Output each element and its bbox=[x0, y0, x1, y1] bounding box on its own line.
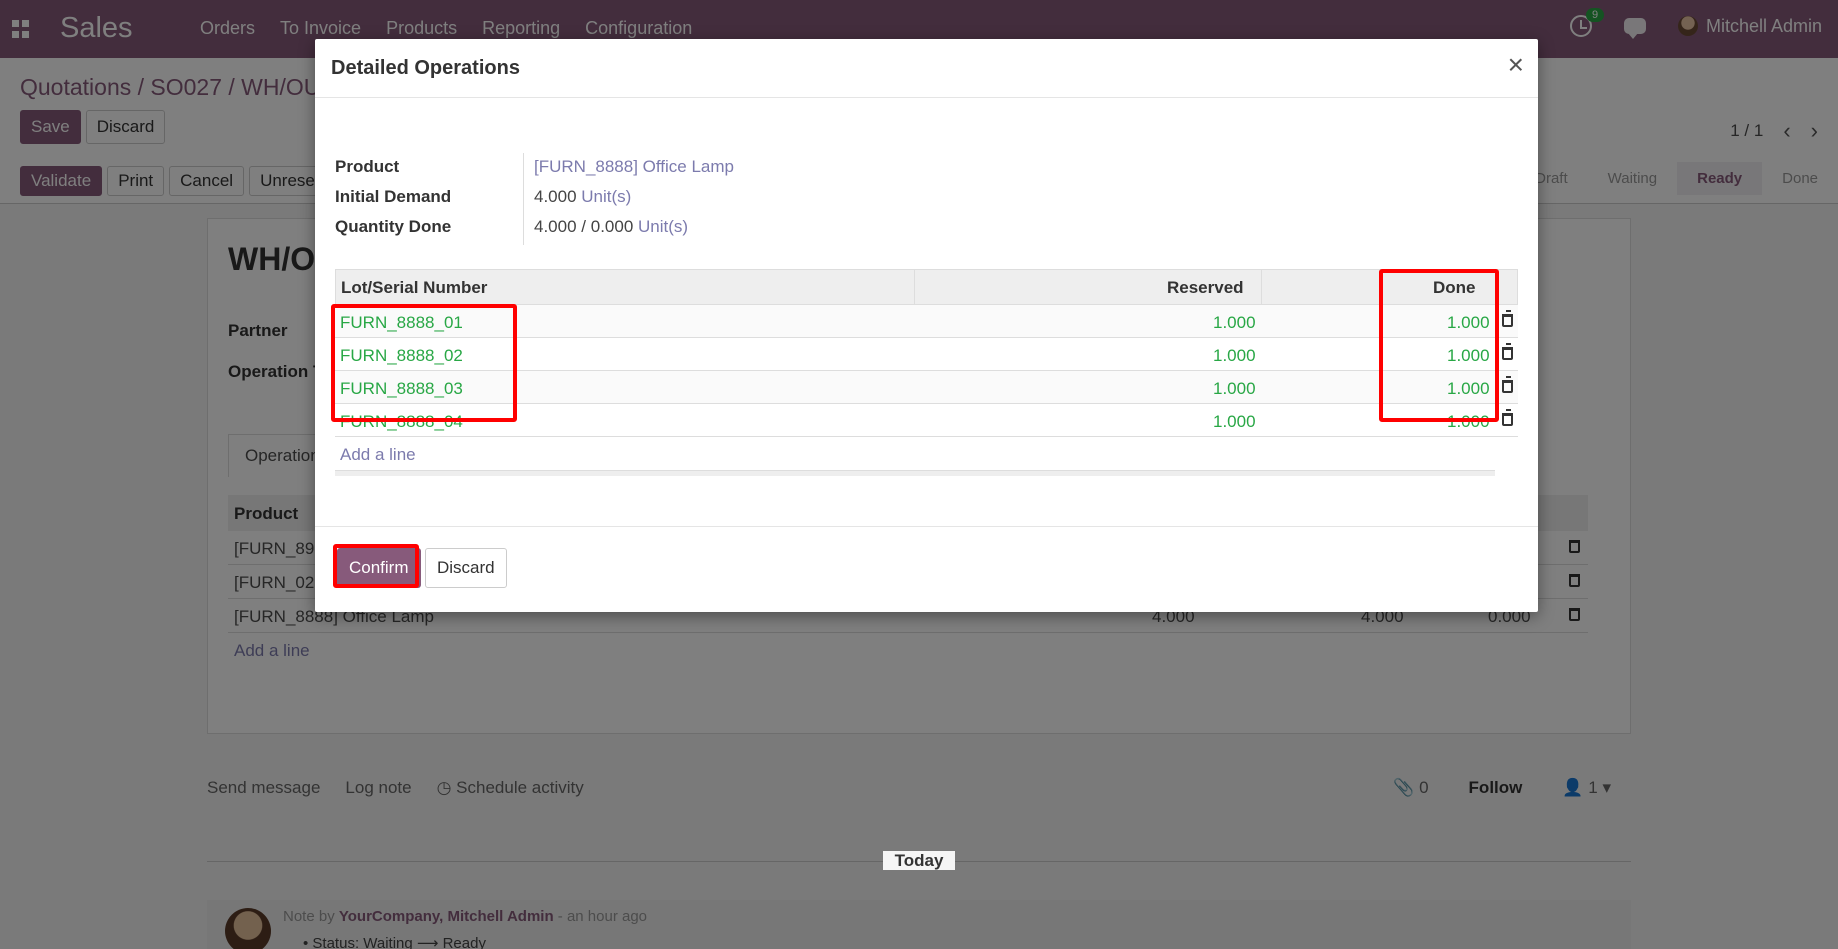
product-label: Product bbox=[335, 157, 400, 176]
date-separator-label: Today bbox=[882, 851, 956, 870]
trash-icon[interactable] bbox=[1502, 376, 1513, 393]
column-reserved[interactable]: Reserved bbox=[1167, 278, 1244, 298]
table-row[interactable]: FURN_8888_01 1.000 1.000 bbox=[335, 305, 1518, 338]
product-link[interactable]: [FURN_8888] Office Lamp bbox=[534, 157, 734, 177]
reserved-qty: 1.000 bbox=[1213, 346, 1256, 365]
confirm-button[interactable]: Confirm bbox=[337, 548, 421, 588]
trash-icon[interactable] bbox=[1502, 343, 1513, 360]
reserved-qty: 1.000 bbox=[1213, 379, 1256, 398]
lot-name[interactable]: FURN_8888_01 bbox=[340, 313, 463, 333]
trash-icon[interactable] bbox=[1502, 409, 1513, 426]
initial-demand-uom[interactable]: Unit(s) bbox=[581, 187, 631, 206]
done-qty[interactable]: 1.000 bbox=[1447, 313, 1490, 333]
modal-header: Detailed Operations × bbox=[315, 39, 1538, 98]
detailed-operations-dialog: Detailed Operations × Product [FURN_8888… bbox=[315, 39, 1538, 612]
table-row[interactable]: FURN_8888_03 1.000 1.000 bbox=[335, 371, 1518, 404]
quantity-done-separator: / bbox=[581, 217, 587, 236]
quantity-done-label: Quantity Done bbox=[335, 217, 452, 236]
quantity-done-uom[interactable]: Unit(s) bbox=[638, 217, 688, 236]
lot-name[interactable]: FURN_8888_02 bbox=[340, 346, 463, 366]
move-lines-table: Lot/Serial Number Reserved Done FURN_888… bbox=[335, 269, 1518, 476]
column-lot-serial[interactable]: Lot/Serial Number bbox=[341, 278, 487, 298]
table-footer bbox=[335, 470, 1495, 476]
table-header: Lot/Serial Number Reserved Done bbox=[335, 269, 1518, 306]
done-qty[interactable]: 1.000 bbox=[1447, 379, 1490, 399]
discard-button[interactable]: Discard bbox=[425, 548, 507, 588]
lot-name[interactable]: FURN_8888_03 bbox=[340, 379, 463, 399]
add-line-row: Add a line bbox=[335, 437, 1518, 470]
done-qty[interactable]: 1.000 bbox=[1447, 346, 1490, 366]
close-icon[interactable]: × bbox=[1508, 51, 1524, 79]
modal-footer: Confirm Discard bbox=[315, 526, 1538, 612]
done-qty[interactable]: 1.000 bbox=[1447, 412, 1490, 432]
trash-icon[interactable] bbox=[1502, 310, 1513, 327]
quantity-done-value-group: 4.000 / 0.000 Unit(s) bbox=[534, 217, 688, 237]
table-body: FURN_8888_01 1.000 1.000 FURN_8888_02 1.… bbox=[335, 305, 1518, 470]
reserved-qty: 1.000 bbox=[1213, 412, 1256, 431]
column-divider bbox=[914, 270, 915, 306]
quantity-done-total: 0.000 bbox=[590, 217, 634, 236]
initial-demand-value-group: 4.000 Unit(s) bbox=[534, 187, 631, 207]
quantity-done-value: 4.000 bbox=[534, 217, 577, 236]
reserved-qty: 1.000 bbox=[1213, 313, 1256, 332]
info-divider bbox=[523, 153, 524, 245]
column-done[interactable]: Done bbox=[1433, 278, 1476, 298]
add-line-link[interactable]: Add a line bbox=[340, 445, 416, 465]
table-row[interactable]: FURN_8888_02 1.000 1.000 bbox=[335, 338, 1518, 371]
modal-title: Detailed Operations bbox=[331, 57, 520, 79]
initial-demand-value: 4.000 bbox=[534, 187, 577, 206]
initial-demand-label: Initial Demand bbox=[335, 187, 452, 206]
table-row[interactable]: FURN_8888_04 1.000 1.000 bbox=[335, 404, 1518, 437]
lot-name[interactable]: FURN_8888_04 bbox=[340, 412, 463, 432]
column-divider bbox=[1261, 270, 1262, 306]
